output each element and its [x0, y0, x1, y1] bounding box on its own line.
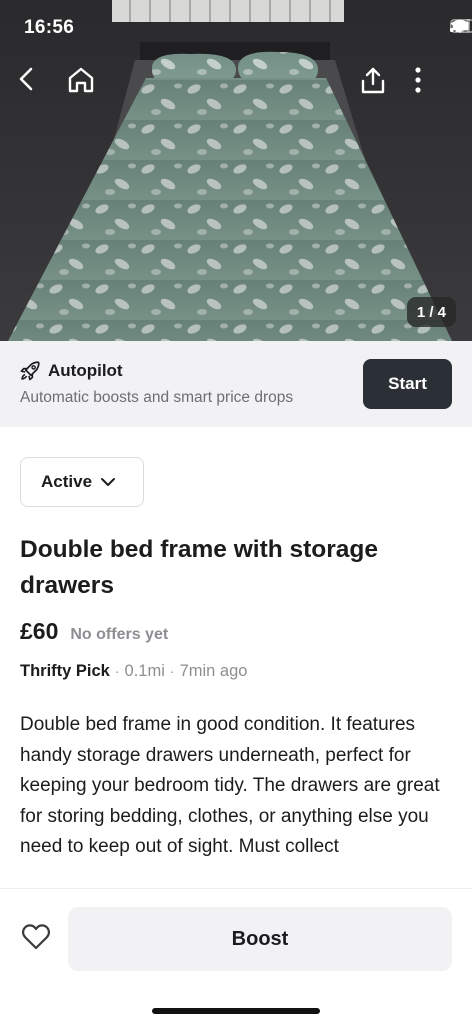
autopilot-banner: Autopilot Automatic boosts and smart pri…: [0, 341, 472, 427]
listing-status-dropdown[interactable]: Active: [20, 457, 144, 507]
bottom-action-bar: Boost: [0, 888, 472, 1024]
autopilot-start-button[interactable]: Start: [363, 359, 452, 409]
listing-photo[interactable]: 16:56 1 / 4: [0, 0, 472, 341]
separator-dot: ·: [169, 663, 175, 679]
share-icon: [361, 67, 385, 94]
home-icon: [68, 67, 94, 93]
price-row: £60 No offers yet: [20, 618, 168, 645]
listing-title: Double bed frame with storage drawers: [20, 536, 379, 599]
status-time: 16:56: [24, 17, 75, 38]
seller-name-link[interactable]: Thrifty Pick: [20, 662, 110, 681]
chevron-down-icon: [101, 478, 116, 486]
like-button[interactable]: [20, 921, 52, 953]
listing-distance: 0.1mi: [124, 662, 165, 680]
autopilot-subtitle: Automatic boosts and smart price drops: [20, 389, 294, 406]
battery-icon: [450, 19, 472, 33]
listing-posted-time: 7min ago: [179, 662, 248, 680]
listing-description: Double bed frame in good condition. It f…: [20, 714, 440, 857]
back-button[interactable]: [16, 66, 52, 102]
listing-status-label: Active: [41, 472, 93, 491]
home-button[interactable]: [66, 66, 102, 102]
autopilot-title-row: Autopilot: [20, 361, 123, 381]
seller-row: Thrifty Pick · 0.1mi · 7min ago: [20, 662, 247, 681]
autopilot-title: Autopilot: [48, 361, 123, 380]
photo-counter: 1 / 4: [406, 297, 456, 327]
share-button[interactable]: [359, 66, 395, 102]
status-bar: 16:56: [0, 0, 472, 56]
home-indicator: [152, 1008, 320, 1014]
offers-status: No offers yet: [70, 626, 169, 643]
boost-button[interactable]: Boost: [68, 907, 452, 971]
separator-dot: ·: [114, 663, 120, 679]
chevron-left-icon: [19, 67, 33, 91]
listing-price: £60: [20, 618, 59, 644]
more-vertical-icon: [415, 67, 421, 93]
more-options-button[interactable]: [414, 66, 450, 102]
heart-icon: [22, 924, 50, 950]
rocket-icon: [20, 361, 40, 381]
